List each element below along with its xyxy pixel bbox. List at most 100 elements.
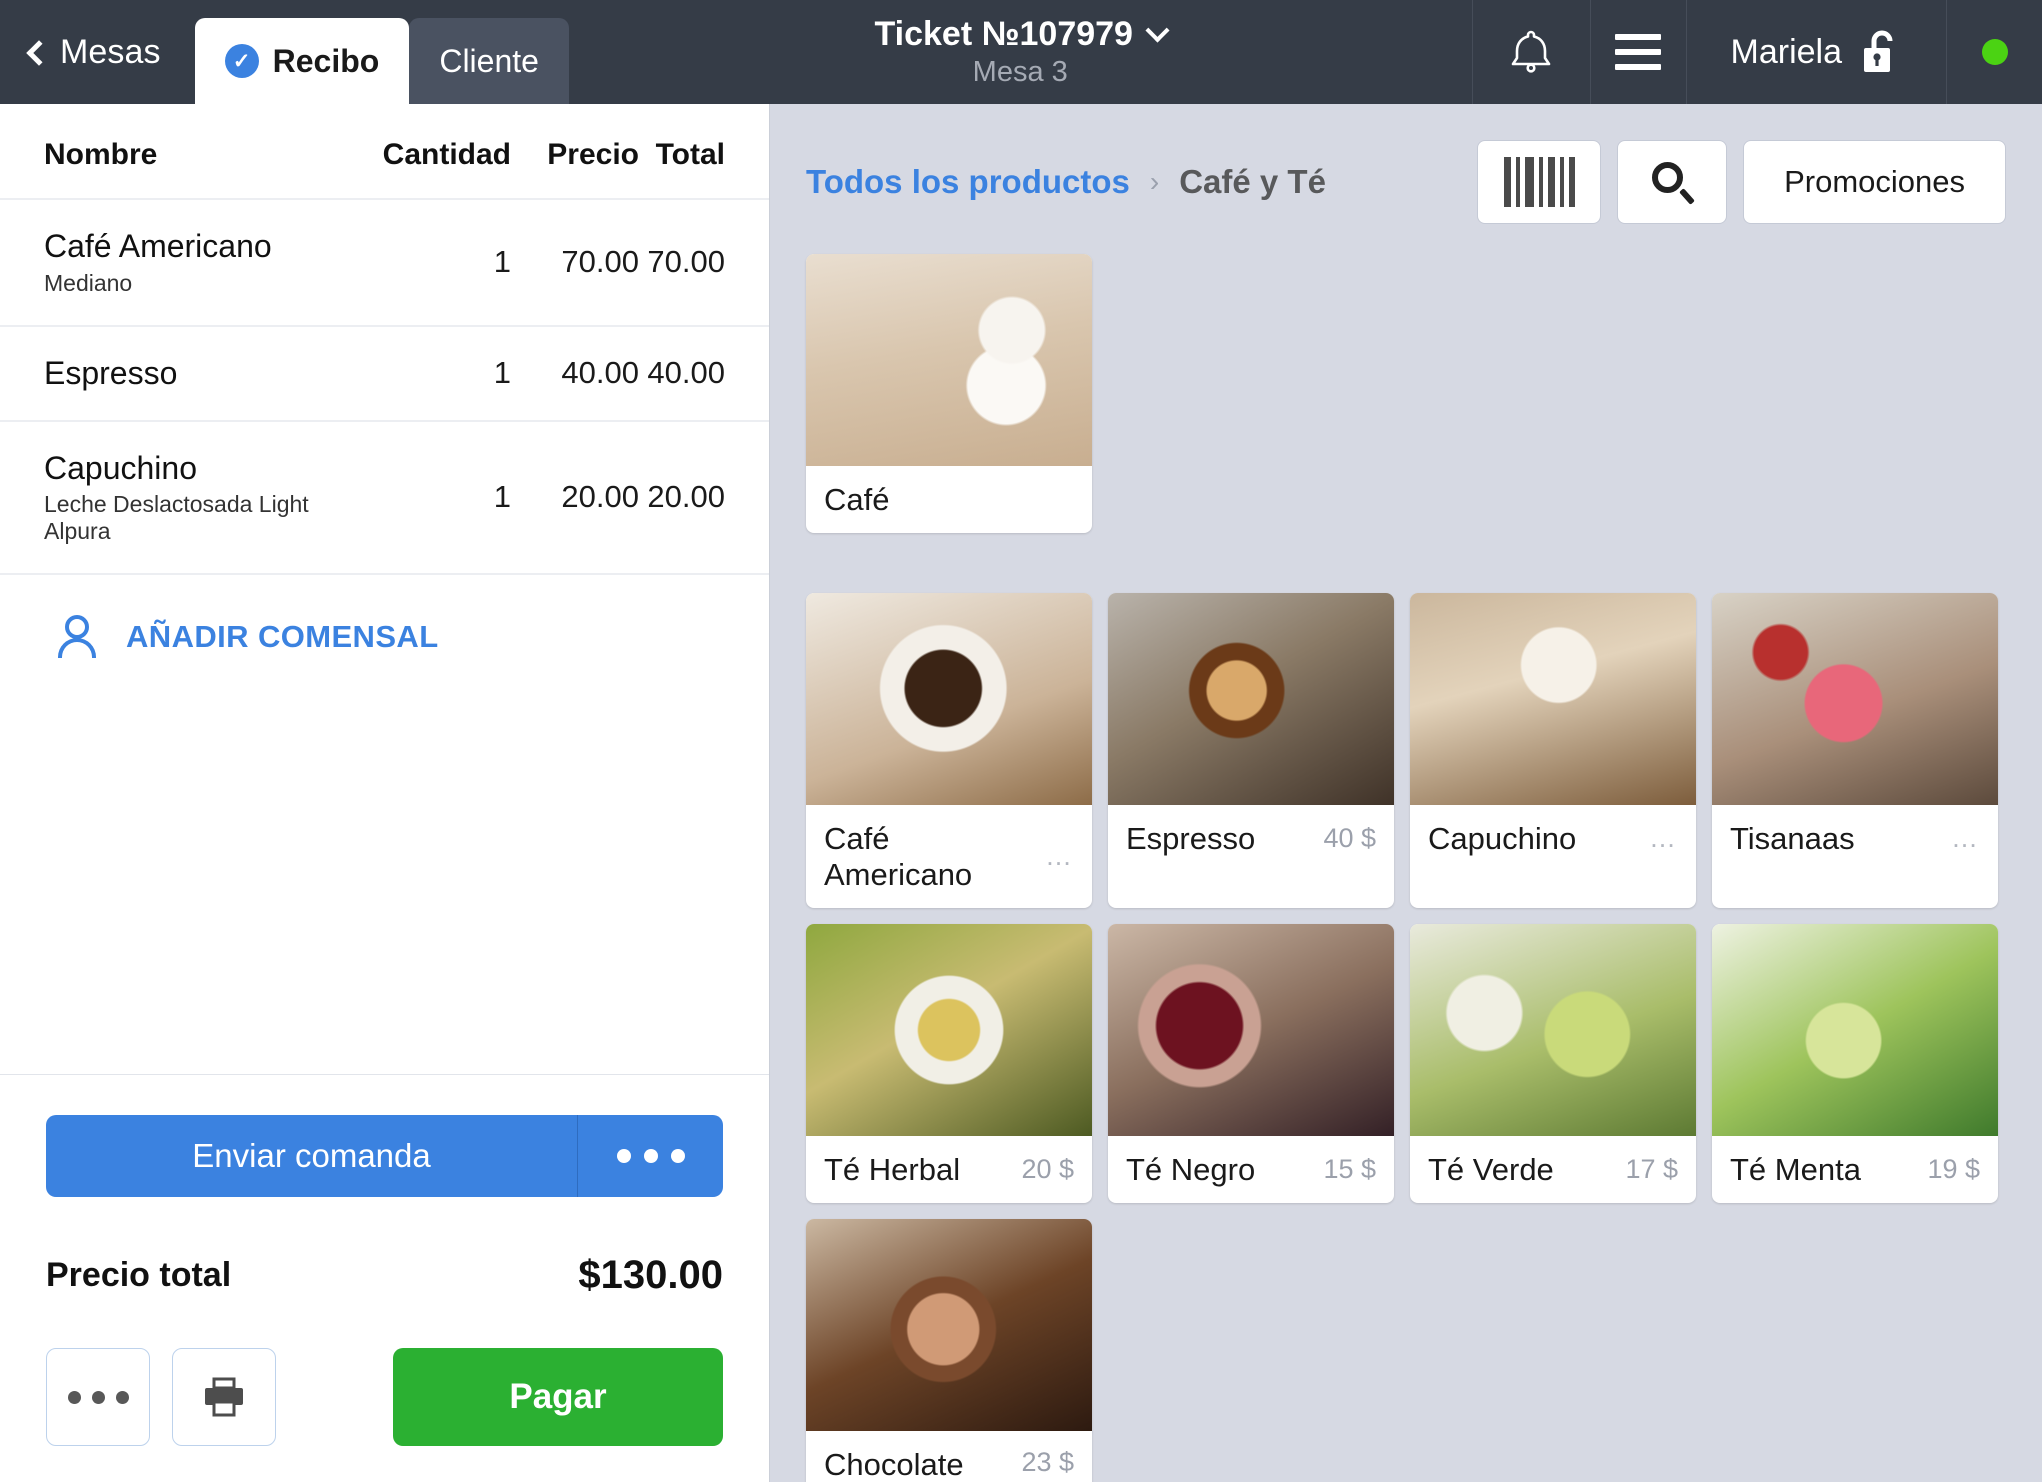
product-card-espresso[interactable]: Espresso 40 $	[1108, 593, 1394, 908]
category-card-cafe[interactable]: Café	[806, 254, 1092, 534]
chevron-down-icon	[1145, 18, 1170, 43]
product-thumbnail	[1712, 593, 1998, 806]
order-item-name: Capuchino	[44, 449, 197, 486]
ellipsis-icon	[91, 1390, 105, 1404]
product-caption: Espresso 40 $	[1108, 805, 1394, 872]
ticket-tabs: ✓ Recibo Cliente	[194, 0, 569, 104]
order-item-name: Espresso	[44, 354, 178, 391]
order-item-qty: 1	[493, 479, 511, 515]
column-header-precio: Precio	[547, 138, 639, 171]
breadcrumb: Todos los productos › Café y Té	[806, 163, 1326, 201]
product-price: …	[1045, 841, 1074, 872]
total-value: $130.00	[578, 1253, 723, 1297]
order-table: Nombre Cantidad Precio Total Café Americ…	[0, 104, 769, 575]
back-to-tables-label: Mesas	[60, 32, 161, 71]
order-item-qty: 1	[493, 244, 511, 280]
product-price: 23 $	[1021, 1447, 1074, 1478]
tab-recibo-label: Recibo	[272, 42, 380, 79]
product-name: Espresso	[1126, 821, 1256, 857]
product-card-te-menta[interactable]: Té Menta 19 $	[1712, 923, 1998, 1204]
table-row[interactable]: Espresso 1 40.00 40.00	[0, 326, 769, 421]
product-price: 40 $	[1323, 823, 1376, 854]
table-row[interactable]: Café Americano Mediano 1 70.00 70.00	[0, 199, 769, 326]
product-caption: Té Menta 19 $	[1712, 1136, 1998, 1203]
user-account-button[interactable]: Mariela	[1685, 0, 1946, 104]
product-name: Chocolate Caliente	[824, 1447, 964, 1482]
product-name: Té Menta	[1730, 1151, 1861, 1187]
print-button[interactable]	[172, 1348, 276, 1446]
promotions-button[interactable]: Promociones	[1743, 140, 2006, 224]
ticket-identity: Ticket №107979 Mesa 3	[569, 0, 1472, 104]
send-order-options-button[interactable]	[577, 1115, 723, 1197]
user-name-label: Mariela	[1730, 32, 1842, 71]
order-item-variant: Leche Deslactosada Light Alpura	[44, 491, 309, 545]
tab-recibo[interactable]: ✓ Recibo	[194, 18, 410, 104]
more-options-button[interactable]	[46, 1348, 150, 1446]
hamburger-menu-icon	[1615, 34, 1662, 70]
product-price: 19 $	[1927, 1154, 1980, 1185]
tab-cliente[interactable]: Cliente	[409, 18, 569, 104]
product-thumbnail	[1108, 593, 1394, 806]
product-thumbnail	[1108, 923, 1394, 1136]
order-item-total: 20.00	[647, 479, 725, 515]
pay-button[interactable]: Pagar	[393, 1348, 723, 1446]
connection-status	[1946, 0, 2042, 104]
main-menu-button[interactable]	[1589, 0, 1686, 104]
add-diner-button[interactable]: AÑADIR COMENSAL	[0, 575, 769, 699]
order-actions-row: Pagar	[46, 1348, 723, 1446]
category-caption: Café	[806, 466, 1092, 533]
product-thumbnail	[806, 593, 1092, 806]
back-to-tables-button[interactable]: Mesas	[0, 0, 195, 104]
ellipsis-icon	[67, 1390, 81, 1404]
ellipsis-icon	[643, 1149, 658, 1163]
ellipsis-icon	[616, 1149, 631, 1163]
main-body: Nombre Cantidad Precio Total Café Americ…	[0, 104, 2042, 1482]
online-status-dot	[1981, 39, 2008, 65]
products-tools: Promociones	[1477, 140, 2006, 224]
order-item-name: Café Americano	[44, 228, 272, 264]
product-card-chocolate-caliente[interactable]: Chocolate Caliente 23 $	[806, 1219, 1092, 1482]
product-card-capuchino[interactable]: Capuchino …	[1410, 593, 1696, 908]
ticket-number-dropdown[interactable]: Ticket №107979	[874, 15, 1170, 54]
column-header-total: Total	[655, 138, 725, 171]
product-grid: Café Americano … Espresso 40 $ Capuchino	[770, 565, 2042, 1482]
product-name: Té Negro	[1126, 1151, 1256, 1187]
product-card-te-herbal[interactable]: Té Herbal 20 $	[806, 923, 1092, 1204]
pos-application: Mesas ✓ Recibo Cliente Ticket №107979 Me…	[0, 0, 2042, 1482]
product-name: Té Herbal	[824, 1151, 961, 1187]
breadcrumb-all-products[interactable]: Todos los productos	[806, 163, 1130, 201]
barcode-scan-button[interactable]	[1477, 140, 1602, 224]
product-thumbnail	[1410, 593, 1696, 806]
search-button[interactable]	[1617, 140, 1728, 224]
table-row[interactable]: Capuchino Leche Deslactosada Light Alpur…	[0, 421, 769, 575]
product-caption: Tisanaas …	[1712, 805, 1998, 872]
product-name: Capuchino	[1428, 821, 1577, 857]
send-order-row: Enviar comanda	[46, 1115, 723, 1197]
product-price: 17 $	[1625, 1154, 1678, 1185]
notifications-button[interactable]	[1471, 0, 1590, 104]
total-row: Precio total $130.00	[46, 1253, 723, 1298]
order-item-name-cell: Capuchino Leche Deslactosada Light Alpur…	[0, 421, 361, 575]
chevron-left-icon	[26, 39, 52, 66]
ellipsis-icon	[670, 1149, 685, 1163]
product-card-cafe-americano[interactable]: Café Americano …	[806, 593, 1092, 908]
order-list: Nombre Cantidad Precio Total Café Americ…	[0, 104, 769, 1074]
order-item-total: 70.00	[647, 244, 725, 280]
order-panel: Nombre Cantidad Precio Total Café Americ…	[0, 104, 770, 1482]
order-item-total: 40.00	[647, 355, 725, 391]
table-label: Mesa 3	[972, 56, 1068, 88]
order-item-price: 40.00	[561, 355, 639, 391]
send-order-button[interactable]: Enviar comanda	[46, 1115, 577, 1197]
order-item-price: 20.00	[561, 479, 639, 515]
products-panel: Todos los productos › Café y Té Promocio…	[770, 104, 2042, 1482]
breadcrumb-current: Café y Té	[1179, 163, 1326, 200]
product-caption: Té Negro 15 $	[1108, 1136, 1394, 1203]
product-card-tisanaas[interactable]: Tisanaas …	[1712, 593, 1998, 908]
order-item-qty: 1	[493, 355, 511, 391]
product-caption: Café Americano …	[806, 805, 1092, 908]
order-item-name-cell: Café Americano Mediano	[0, 199, 361, 326]
ticket-number-label: Ticket №107979	[874, 15, 1133, 53]
product-card-te-verde[interactable]: Té Verde 17 $	[1410, 923, 1696, 1204]
product-thumbnail	[1410, 923, 1696, 1136]
product-card-te-negro[interactable]: Té Negro 15 $	[1108, 923, 1394, 1204]
